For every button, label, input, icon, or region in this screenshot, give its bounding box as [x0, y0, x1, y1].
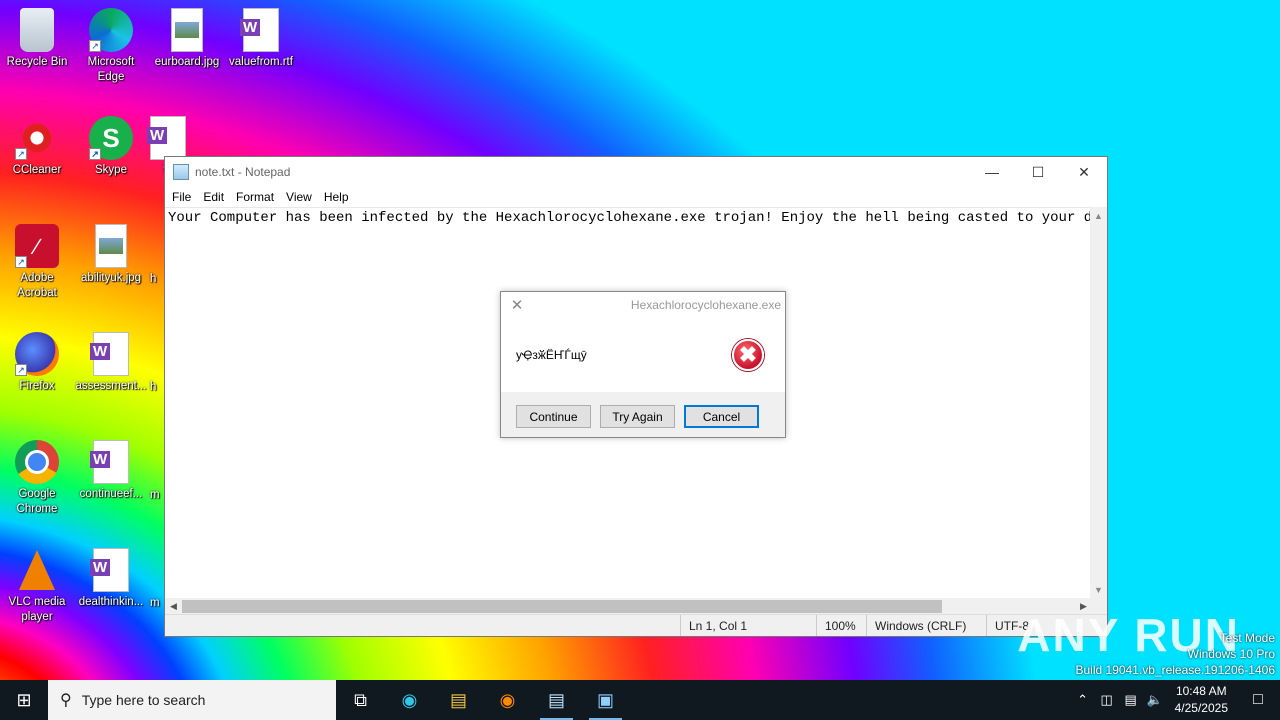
desktop-icon-assessment[interactable]: W assessment...: [74, 332, 148, 394]
taskbar-edge[interactable]: ◉: [385, 680, 434, 720]
clock[interactable]: 10:48 AM 4/25/2025: [1167, 683, 1236, 717]
status-line-ending: Windows (CRLF): [866, 615, 986, 636]
search-icon: ⚲: [60, 692, 72, 709]
word-document-icon: W: [90, 440, 129, 484]
word-document-icon: W: [90, 548, 129, 592]
notepad-title: note.txt - Notepad: [195, 165, 291, 179]
taskbar-file-explorer[interactable]: ▤: [434, 680, 483, 720]
notepad-icon: [173, 164, 189, 180]
menu-view[interactable]: View: [280, 190, 318, 204]
try-again-button[interactable]: Try Again: [600, 405, 675, 428]
desktop-icon-dealthinkin[interactable]: W dealthinkin...: [74, 548, 148, 610]
scroll-down-icon[interactable]: ▼: [1090, 581, 1107, 598]
notepad-title-bar[interactable]: note.txt - Notepad — ☐ ✕: [165, 157, 1107, 187]
horizontal-scrollbar[interactable]: ◀ ▶: [165, 598, 1092, 615]
continue-button[interactable]: Continue: [516, 405, 591, 428]
desktop-icon-partial-m1[interactable]: m: [150, 488, 164, 503]
menu-file[interactable]: File: [166, 190, 197, 204]
dialog-title-bar[interactable]: ✕ Hexachlorocyclohexane.exe: [501, 292, 785, 318]
image-file-icon: [95, 224, 127, 268]
volume-icon[interactable]: 🔈: [1143, 692, 1167, 708]
edge-icon: ↗: [89, 8, 133, 52]
error-icon: ✖: [732, 339, 764, 371]
windows-logo-icon: ⊞: [16, 689, 32, 710]
desktop-icon-ccleaner[interactable]: ↗ CCleaner: [0, 116, 74, 178]
clock-time: 10:48 AM: [1175, 684, 1227, 698]
scroll-left-icon[interactable]: ◀: [165, 598, 182, 615]
cancel-button[interactable]: Cancel: [684, 405, 759, 428]
taskbar-notepad[interactable]: ▤: [532, 680, 581, 720]
notification-icon[interactable]: □: [1236, 691, 1280, 709]
desktop-icon-valuefrom[interactable]: W valuefrom.rtf: [224, 8, 298, 70]
desktop-icon-edge[interactable]: ↗ Microsoft Edge: [74, 8, 148, 85]
image-file-icon: [171, 8, 203, 52]
start-button[interactable]: ⊞: [0, 680, 48, 720]
status-bar: Ln 1, Col 1 100% Windows (CRLF) UTF-8: [165, 614, 1107, 636]
window-app-icon: ▣: [596, 689, 614, 710]
task-view-icon: ⧉: [354, 689, 367, 710]
desktop-icon-acrobat[interactable]: ∕ ↗ Adobe Acrobat: [0, 224, 74, 301]
menu-help[interactable]: Help: [318, 190, 355, 204]
error-dialog: ✕ Hexachlorocyclohexane.exe уҾзӂЁҤЃщӯ ✖ …: [500, 291, 786, 438]
desktop-icon-firefox[interactable]: ↗ Firefox: [0, 332, 74, 394]
dialog-button-row: Continue Try Again Cancel: [501, 392, 785, 437]
desktop-icon-partial-h1[interactable]: h: [150, 272, 164, 287]
system-tray: ⌃ ◫ ▤ 🔈 10:48 AM 4/25/2025 □: [1071, 680, 1280, 720]
minimize-button[interactable]: —: [969, 157, 1015, 187]
desktop-icon-chrome[interactable]: Google Chrome: [0, 440, 74, 517]
desktop-icon-vlc[interactable]: VLC media player: [0, 548, 74, 625]
notepad-icon: ▤: [547, 689, 565, 710]
taskbar: ⊞ ⚲ Type here to search ⧉ ◉ ▤ ◉ ▤ ▣ ⌃ ◫ …: [0, 680, 1280, 720]
dialog-title: Hexachlorocyclohexane.exe: [630, 298, 781, 312]
status-cursor-position: Ln 1, Col 1: [680, 615, 816, 636]
close-button[interactable]: ✕: [1061, 157, 1107, 187]
firefox-icon: ↗: [15, 332, 59, 376]
word-document-icon: W: [90, 332, 129, 376]
desktop-icon-partial-m2[interactable]: m: [150, 596, 164, 611]
horizontal-scroll-thumb[interactable]: [182, 600, 942, 613]
menu-format[interactable]: Format: [230, 190, 280, 204]
desktop-icon-continueef[interactable]: W continueef...: [74, 440, 148, 502]
chrome-icon: [15, 440, 59, 484]
clock-date: 4/25/2025: [1174, 701, 1228, 715]
taskbar-app-window[interactable]: ▣: [581, 680, 630, 720]
folder-icon: ▤: [449, 689, 467, 710]
taskbar-firefox[interactable]: ◉: [483, 680, 532, 720]
dialog-message: уҾзӂЁҤЃщӯ: [516, 348, 587, 362]
vertical-scrollbar[interactable]: ▲ ▼: [1090, 207, 1107, 598]
device-icon[interactable]: ◫: [1095, 692, 1119, 708]
taskbar-search-box[interactable]: ⚲ Type here to search: [48, 680, 336, 720]
test-mode-watermark: Test Mode Windows 10 Pro Build 19041.vb_…: [1075, 631, 1276, 677]
word-document-icon: W: [240, 8, 279, 52]
chevron-up-icon[interactable]: ⌃: [1071, 692, 1095, 708]
desktop-icon-partial-h2[interactable]: h: [150, 380, 164, 395]
network-icon[interactable]: ▤: [1119, 692, 1143, 708]
firefox-icon: ◉: [499, 689, 516, 710]
maximize-button[interactable]: ☐: [1015, 157, 1061, 187]
scroll-up-icon[interactable]: ▲: [1090, 207, 1107, 224]
recycle-bin-icon: [20, 8, 54, 52]
desktop-icon-recycle-bin[interactable]: Recycle Bin: [0, 8, 74, 70]
search-placeholder: Type here to search: [81, 692, 206, 708]
acrobat-icon: ∕ ↗: [15, 224, 59, 268]
status-zoom: 100%: [816, 615, 866, 636]
desktop-icon-abilityuk[interactable]: abilityuk.jpg: [74, 224, 148, 286]
menu-bar: File Edit Format View Help: [165, 187, 1107, 207]
word-document-icon: W: [147, 116, 186, 160]
ccleaner-icon: ↗: [15, 116, 59, 160]
dialog-close-icon[interactable]: ✕: [505, 296, 529, 314]
desktop-icon-skype[interactable]: S ↗ Skype: [74, 116, 148, 178]
desktop-icon-eurboard[interactable]: eurboard.jpg: [150, 8, 224, 70]
edge-icon: ◉: [401, 689, 418, 710]
menu-edit[interactable]: Edit: [197, 190, 230, 204]
vlc-icon: [15, 548, 59, 592]
task-view-button[interactable]: ⧉: [336, 680, 385, 720]
skype-icon: S ↗: [89, 116, 133, 160]
